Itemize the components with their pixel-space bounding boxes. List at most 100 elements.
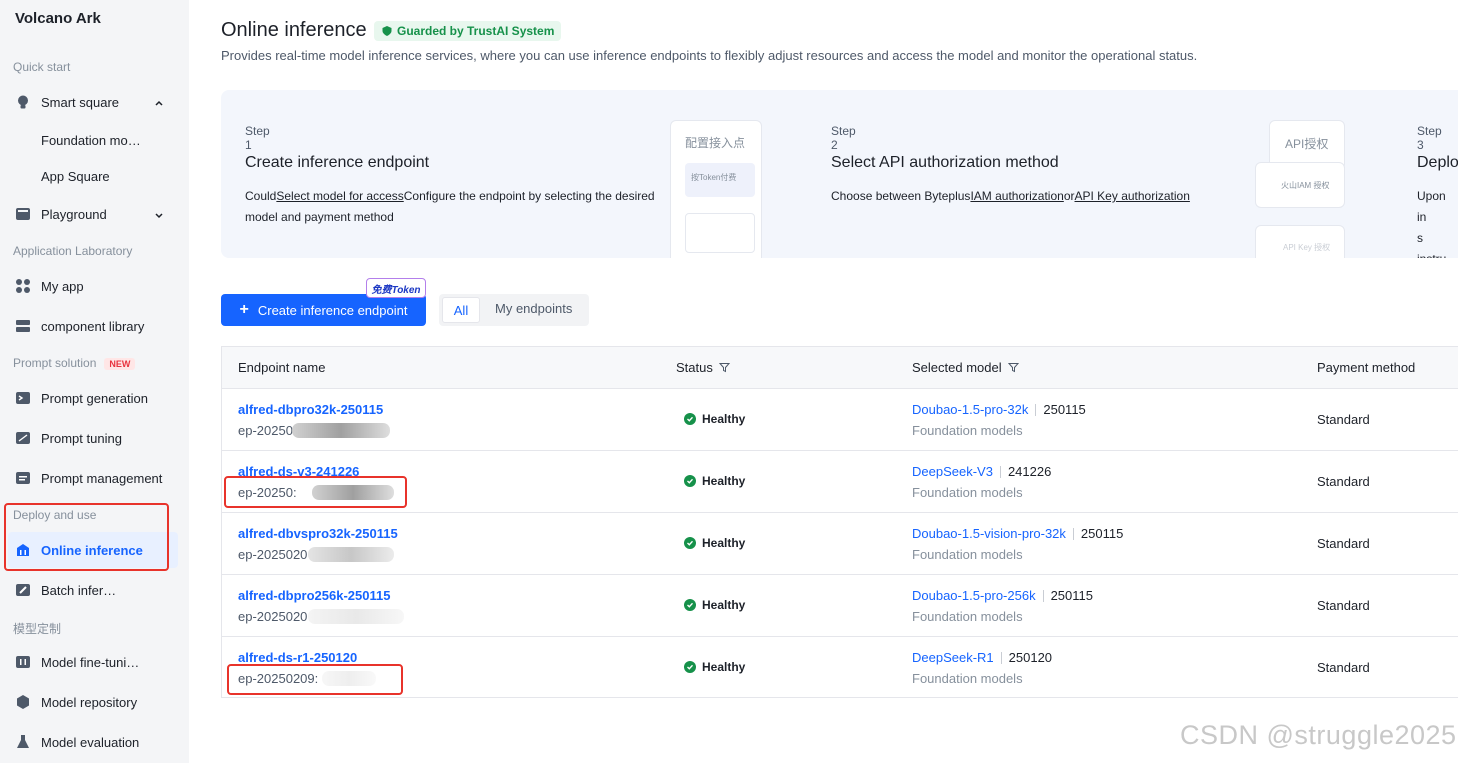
fine-tune-icon bbox=[14, 653, 32, 671]
table-header: Endpoint name Status Selected model Paym… bbox=[222, 347, 1458, 389]
table-row: alfred-dbpro32k-250115 ep-20250 Healthy … bbox=[222, 389, 1458, 451]
endpoint-id: ep-2025020 bbox=[238, 547, 308, 562]
sidebar-item-prompt-tuning[interactable]: Prompt tuning bbox=[8, 420, 178, 456]
status-label: Healthy bbox=[702, 660, 746, 674]
mock-title: 配置接入点 bbox=[685, 136, 746, 150]
sidebar-item-foundation-models[interactable]: Foundation mo… bbox=[41, 133, 141, 148]
sidebar-item-label: Smart square bbox=[41, 94, 120, 110]
column-payment-method: Payment method bbox=[1317, 360, 1415, 375]
status-label: Healthy bbox=[702, 412, 746, 426]
server-icon bbox=[14, 317, 32, 335]
sidebar-item-playground[interactable]: Playground bbox=[8, 196, 178, 232]
model-cell: Doubao-1.5-vision-pro-32k 250115 bbox=[912, 526, 1123, 541]
step-title: Select API authorization method bbox=[831, 154, 1059, 171]
section-app-lab: Application Laboratory bbox=[13, 244, 133, 258]
check-circle-icon bbox=[684, 475, 696, 487]
free-token-badge: 免费Token bbox=[366, 278, 426, 298]
sidebar-item-component-library[interactable]: component library bbox=[8, 308, 178, 344]
sidebar-item-app-square[interactable]: App Square bbox=[41, 169, 110, 184]
create-endpoint-label: Create inference endpoint bbox=[257, 302, 408, 318]
table-row: alfred-dbpro256k-250115 ep-2025020 Healt… bbox=[222, 575, 1458, 637]
brand-logo-text[interactable]: Volcano Ark bbox=[15, 10, 101, 27]
status-badge: Healthy bbox=[684, 660, 745, 674]
api-key-link[interactable]: API Key authorization bbox=[1075, 189, 1190, 203]
rocket-icon bbox=[14, 581, 32, 599]
column-label: Endpoint name bbox=[238, 360, 326, 375]
status-badge: Healthy bbox=[684, 474, 745, 488]
model-link[interactable]: Doubao-1.5-pro-32k bbox=[912, 402, 1028, 417]
model-version: 250120 bbox=[1008, 650, 1053, 665]
mock-title: API授权 bbox=[1285, 137, 1329, 151]
column-selected-model[interactable]: Selected model bbox=[912, 360, 1019, 375]
chevron-down-icon bbox=[154, 208, 164, 223]
table-row: alfred-ds-r1-250120 ep-20250209: Healthy… bbox=[222, 637, 1458, 699]
filter-icon[interactable] bbox=[718, 362, 730, 373]
step-number: Step 1 bbox=[245, 124, 270, 152]
sidebar-item-prompt-generation[interactable]: Prompt generation bbox=[8, 380, 178, 416]
model-link[interactable]: DeepSeek-R1 bbox=[912, 650, 994, 665]
model-link[interactable]: DeepSeek-V3 bbox=[912, 464, 993, 479]
model-cell: DeepSeek-V3 241226 bbox=[912, 464, 1051, 479]
payment-method: Standard bbox=[1317, 660, 1370, 675]
column-label: Payment method bbox=[1317, 360, 1416, 375]
divider bbox=[1072, 527, 1074, 540]
status-label: Healthy bbox=[702, 536, 746, 550]
model-cell: Doubao-1.5-pro-32k 250115 bbox=[912, 402, 1086, 417]
section-custom: 模型定制 bbox=[13, 622, 62, 636]
sidebar-item-batch-inference[interactable]: Batch infer… bbox=[8, 572, 178, 608]
divider bbox=[1035, 403, 1037, 416]
flask-icon bbox=[14, 733, 32, 751]
model-link[interactable]: Doubao-1.5-vision-pro-32k bbox=[912, 526, 1066, 541]
new-badge: NEW bbox=[104, 357, 136, 370]
mock-item: 按Token付费 bbox=[685, 163, 755, 197]
endpoint-name-link[interactable]: alfred-dbvspro32k-250115 bbox=[238, 526, 398, 541]
sidebar-item-repository[interactable]: Model repository bbox=[8, 684, 178, 720]
column-status[interactable]: Status bbox=[676, 360, 730, 375]
sidebar-item-fine-tuning[interactable]: Model fine-tuni… bbox=[8, 644, 178, 680]
mock-item: 火山IAM 授权 bbox=[1255, 162, 1345, 208]
endpoint-name-link[interactable]: alfred-ds-r1-250120 bbox=[238, 650, 357, 665]
create-endpoint-button[interactable]: + Create inference endpoint bbox=[221, 294, 426, 326]
steps-panel: Step 1 Create inference endpoint CouldSe… bbox=[221, 90, 1458, 258]
sidebar-item-my-app[interactable]: My app bbox=[8, 268, 178, 304]
model-link[interactable]: Doubao-1.5-pro-256k bbox=[912, 588, 1036, 603]
shield-icon bbox=[382, 26, 392, 36]
filter-icon[interactable] bbox=[1007, 362, 1019, 373]
sidebar-item-label: Batch infer… bbox=[41, 582, 117, 598]
step-title: Create inference endpoint bbox=[245, 154, 430, 171]
sidebar-item-evaluation[interactable]: Model evaluation bbox=[8, 724, 178, 760]
status-label: Healthy bbox=[702, 598, 746, 612]
payment-method: Standard bbox=[1317, 412, 1370, 427]
tuning-icon bbox=[14, 429, 32, 447]
filter-all-tab[interactable]: All bbox=[442, 297, 480, 323]
check-circle-icon bbox=[684, 599, 696, 611]
desc-text: Could bbox=[245, 189, 277, 203]
trust-badge-label: Guarded by TrustAI System bbox=[397, 24, 555, 38]
model-family: Foundation models bbox=[912, 609, 1023, 624]
sidebar-item-prompt-management[interactable]: Prompt management bbox=[8, 460, 178, 496]
filter-my-endpoints-tab[interactable]: My endpoints bbox=[495, 301, 572, 316]
cube-icon bbox=[14, 693, 32, 711]
model-cell: DeepSeek-R1 250120 bbox=[912, 650, 1052, 665]
model-family: Foundation models bbox=[912, 423, 1023, 438]
status-badge: Healthy bbox=[684, 412, 745, 426]
select-model-link[interactable]: Select model for access bbox=[276, 189, 403, 203]
chevron-up-icon bbox=[154, 96, 164, 111]
sidebar-item-label: Model repository bbox=[41, 694, 138, 710]
page-title: Online inference bbox=[221, 19, 367, 41]
sidebar-item-label: Model fine-tuni… bbox=[41, 654, 140, 670]
endpoint-name-link[interactable]: alfred-dbpro256k-250115 bbox=[238, 588, 390, 603]
terminal-icon bbox=[14, 389, 32, 407]
status-badge: Healthy bbox=[684, 536, 745, 550]
sidebar-item-smart-square[interactable]: Smart square bbox=[8, 84, 178, 120]
payment-method: Standard bbox=[1317, 598, 1370, 613]
endpoint-name-link[interactable]: alfred-dbpro32k-250115 bbox=[238, 402, 383, 417]
desc-text: Upon in bbox=[1417, 189, 1446, 224]
watermark: CSDN @struggle2025 bbox=[1180, 720, 1457, 750]
desc-text: s instru bbox=[1417, 231, 1446, 258]
redaction-blur bbox=[308, 609, 404, 624]
iam-link[interactable]: IAM authorization bbox=[970, 189, 1063, 203]
model-version: 241226 bbox=[1007, 464, 1052, 479]
document-icon bbox=[14, 469, 32, 487]
model-version: 250115 bbox=[1050, 588, 1093, 603]
